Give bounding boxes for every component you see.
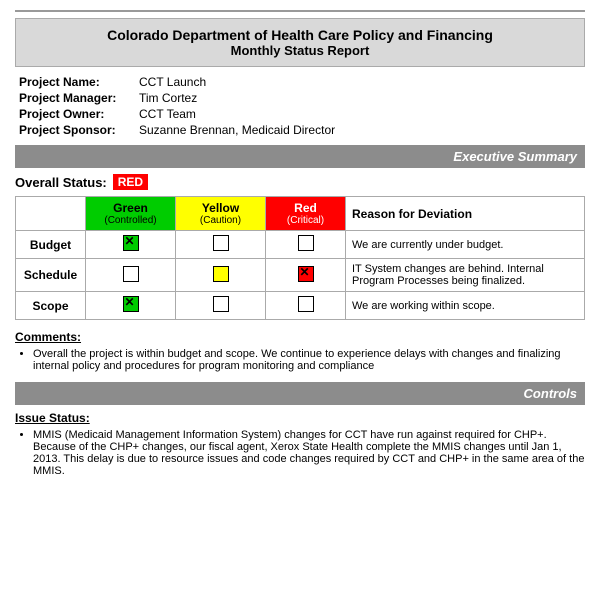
- col-header-red: Red (Critical): [266, 197, 346, 231]
- project-info: Project Name: CCT Launch Project Manager…: [15, 75, 585, 137]
- checkbox-empty: [123, 266, 139, 282]
- top-border: [15, 10, 585, 12]
- table-row: Schedule IT System changes are behind. In…: [16, 259, 585, 292]
- table-header-row: Green (Controlled) Yellow (Caution) Red …: [16, 197, 585, 231]
- title-main: Colorado Department of Health Care Polic…: [22, 27, 578, 43]
- project-manager-row: Project Manager: Tim Cortez: [19, 91, 585, 105]
- reason-cell: We are currently under budget.: [346, 231, 585, 259]
- row-label: Scope: [16, 292, 86, 320]
- row-label: Schedule: [16, 259, 86, 292]
- checkbox-empty: [213, 296, 229, 312]
- checkbox-empty: [298, 235, 314, 251]
- checkbox-red: [298, 266, 314, 282]
- project-manager-label: Project Manager:: [19, 91, 139, 105]
- project-name-label: Project Name:: [19, 75, 139, 89]
- row-label: Budget: [16, 231, 86, 259]
- project-sponsor-row: Project Sponsor: Suzanne Brennan, Medica…: [19, 123, 585, 137]
- project-manager-value: Tim Cortez: [139, 91, 197, 105]
- comments-label: Comments:: [15, 330, 585, 344]
- comments-section: Comments: Overall the project is within …: [15, 330, 585, 372]
- checkbox-green: [123, 235, 139, 251]
- controls-header: Controls: [15, 382, 585, 405]
- reason-cell: We are working within scope.: [346, 292, 585, 320]
- project-sponsor-label: Project Sponsor:: [19, 123, 139, 137]
- header-box: Colorado Department of Health Care Polic…: [15, 18, 585, 67]
- title-sub: Monthly Status Report: [22, 43, 578, 58]
- overall-status: Overall Status: RED: [15, 174, 585, 190]
- col-header-yellow: Yellow (Caution): [176, 197, 266, 231]
- col-header-reason: Reason for Deviation: [346, 197, 585, 231]
- comment-item: Overall the project is within budget and…: [33, 348, 585, 372]
- overall-status-label: Overall Status:: [15, 175, 107, 190]
- table-row: Budget We are currently under budget.: [16, 231, 585, 259]
- project-owner-label: Project Owner:: [19, 107, 139, 121]
- project-name-value: CCT Launch: [139, 75, 206, 89]
- checkbox-green: [123, 296, 139, 312]
- comments-list: Overall the project is within budget and…: [15, 348, 585, 372]
- executive-summary-header: Executive Summary: [15, 145, 585, 168]
- checkbox-empty: [298, 296, 314, 312]
- table-row: Scope We are working within scope.: [16, 292, 585, 320]
- col-header-green: Green (Controlled): [86, 197, 176, 231]
- issue-status-label: Issue Status:: [15, 411, 585, 425]
- project-owner-value: CCT Team: [139, 107, 196, 121]
- project-sponsor-value: Suzanne Brennan, Medicaid Director: [139, 123, 335, 137]
- issue-status: Issue Status: MMIS (Medicaid Management …: [15, 411, 585, 477]
- reason-cell: IT System changes are behind. Internal P…: [346, 259, 585, 292]
- col-header-empty: [16, 197, 86, 231]
- status-table: Green (Controlled) Yellow (Caution) Red …: [15, 196, 585, 320]
- project-owner-row: Project Owner: CCT Team: [19, 107, 585, 121]
- checkbox-yellow: [213, 266, 229, 282]
- checkbox-empty: [213, 235, 229, 251]
- overall-status-value: RED: [113, 174, 148, 190]
- issue-item: MMIS (Medicaid Management Information Sy…: [33, 429, 585, 477]
- issue-list: MMIS (Medicaid Management Information Sy…: [15, 429, 585, 477]
- project-name-row: Project Name: CCT Launch: [19, 75, 585, 89]
